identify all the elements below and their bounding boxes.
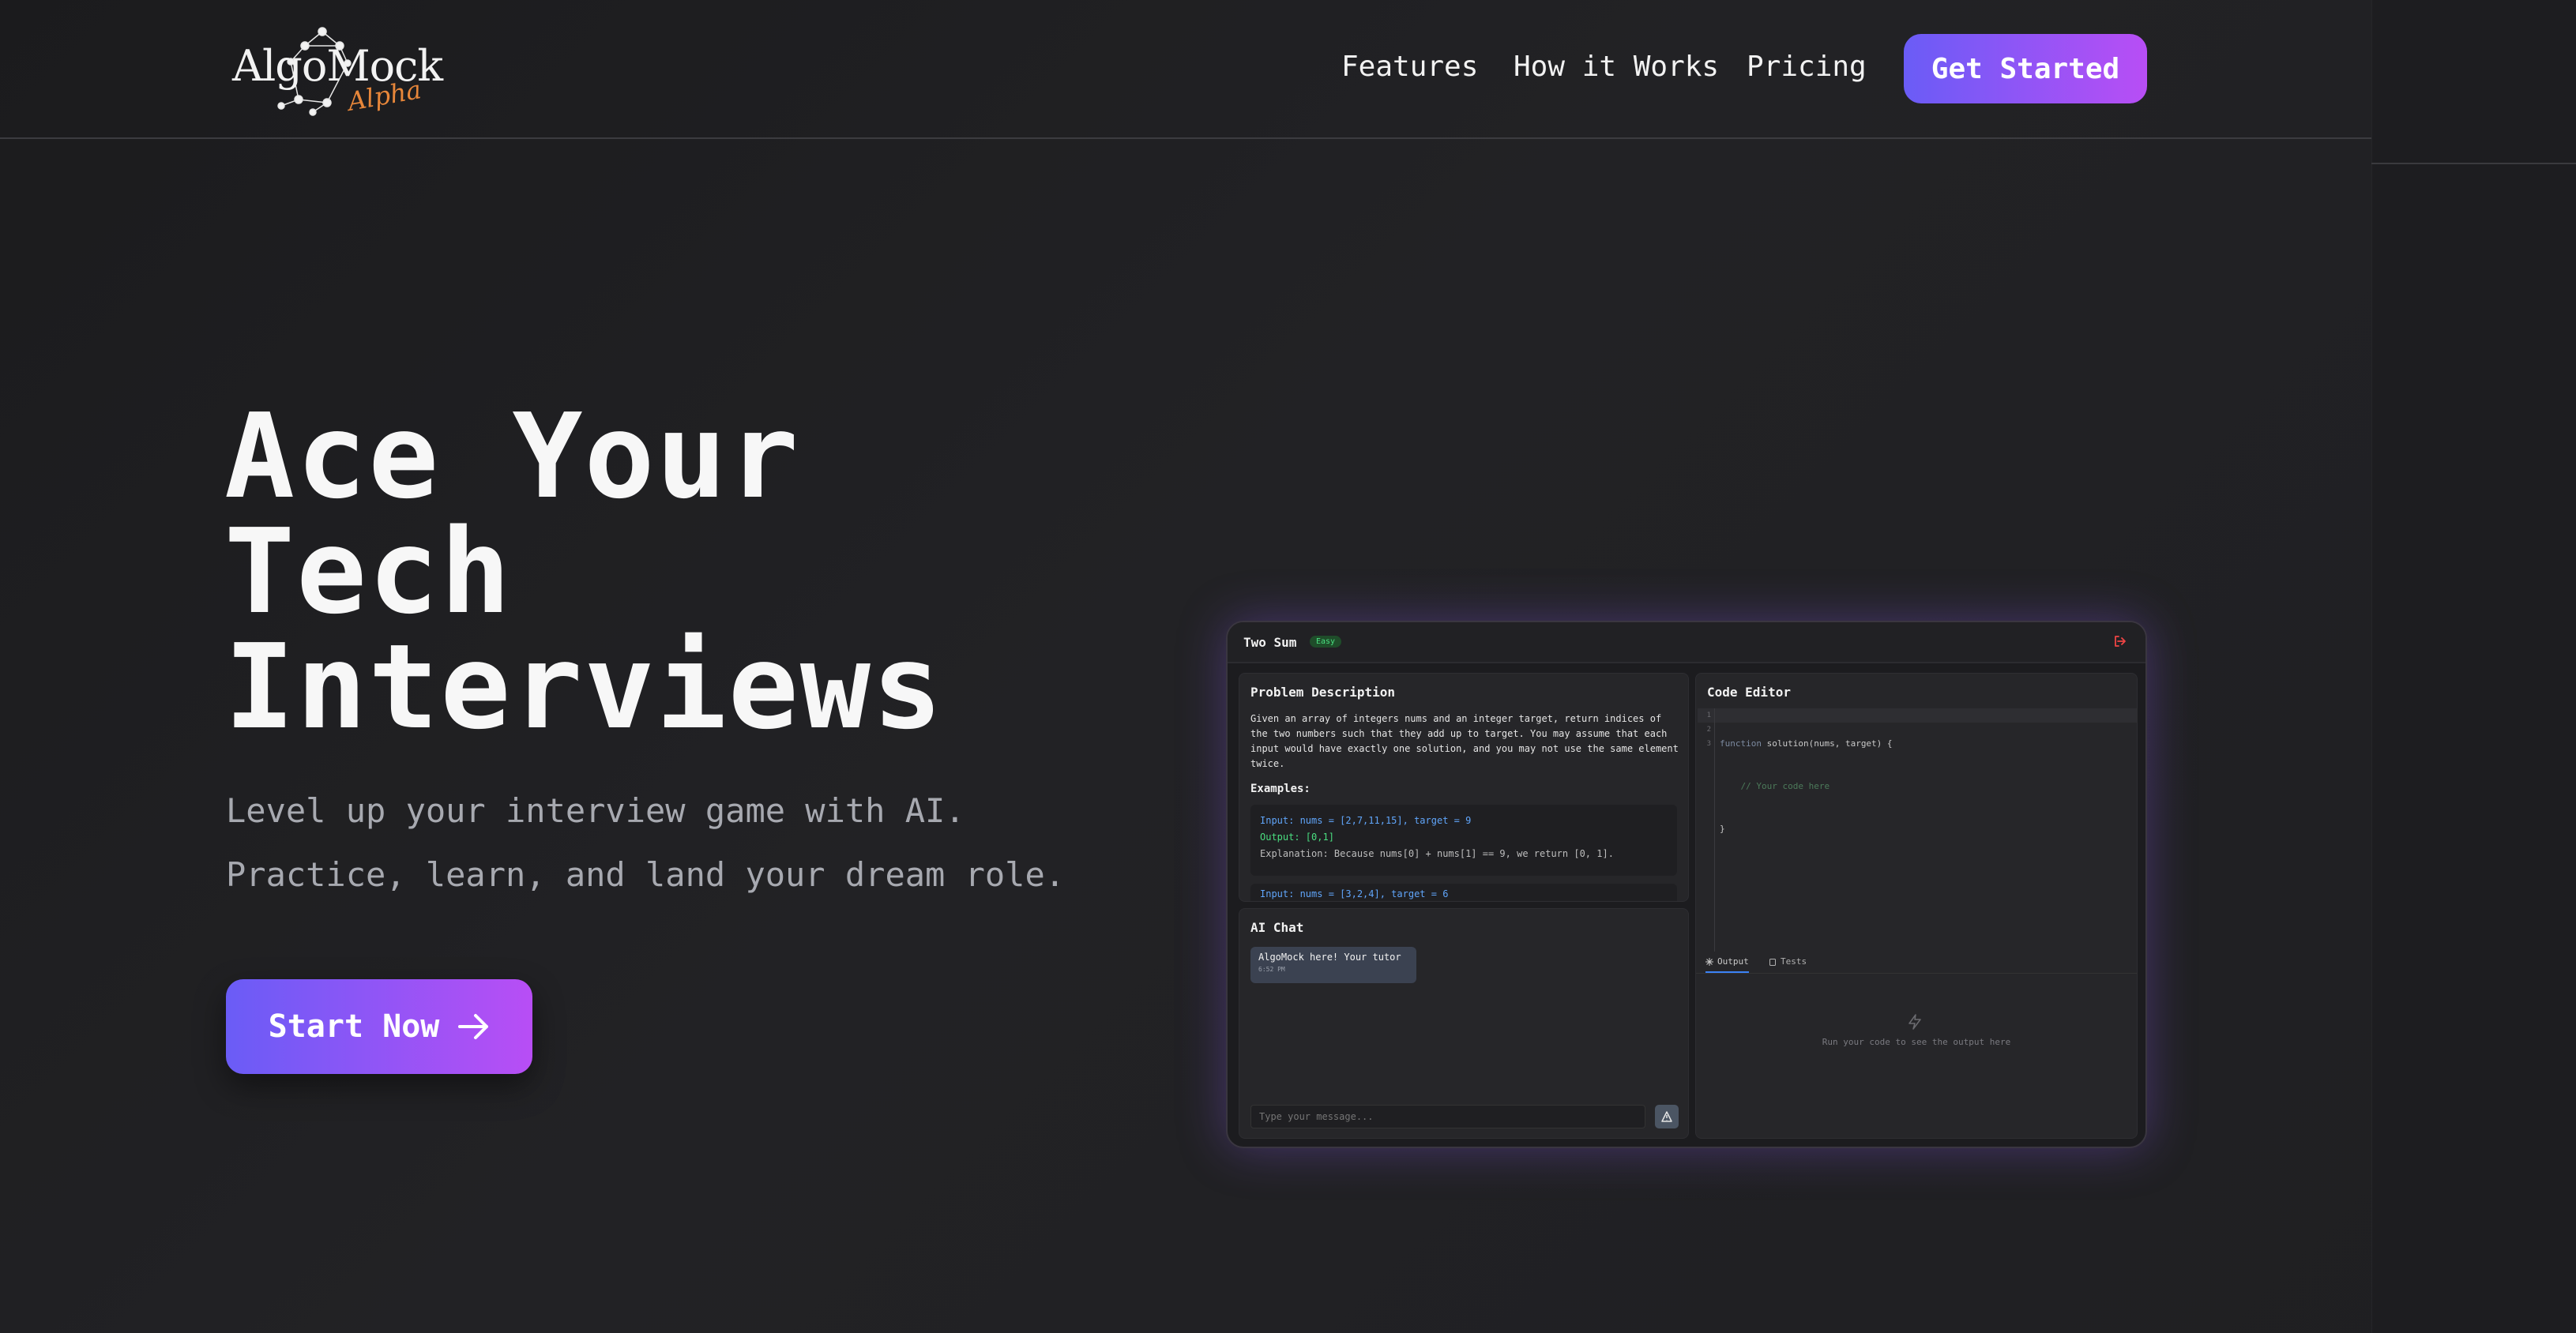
example-box: Input: nums = [2,7,11,15], target = 9 Ou… (1250, 805, 1677, 876)
problem-description-text: Given an array of integers nums and an i… (1250, 713, 1679, 769)
code-line-3: } (1720, 824, 1725, 834)
sparkle-icon (1705, 957, 1713, 966)
send-button[interactable] (1655, 1105, 1679, 1128)
chat-message: AlgoMock here! Your tutor 6:52 PM (1250, 947, 1416, 983)
problem-description-heading: Problem Description (1250, 685, 1396, 700)
difficulty-badge: Easy (1310, 636, 1342, 648)
line-number-gutter: 1 2 3 (1698, 708, 1715, 952)
header: AlgoMock Alpha Features How it Works Pri… (0, 0, 2371, 139)
hero-title-line-3: Interviews (224, 619, 945, 755)
hero-subtitle-line-1: Level up your interview game with AI. (226, 791, 965, 830)
start-now-button[interactable]: Start Now (226, 979, 532, 1074)
chat-message-time: 6:52 PM (1258, 966, 1285, 973)
right-strip-divider (2371, 163, 2576, 164)
hero-title: Ace Your Tech Interviews (224, 389, 945, 755)
hero-title-line-1: Ace Your (224, 389, 800, 524)
nav-how-it-works[interactable]: How it Works (1514, 51, 1719, 83)
code-keyword: function (1720, 738, 1762, 749)
output-tabs: Output Tests (1696, 952, 2137, 974)
example-output: Output: [0,1] (1260, 832, 1334, 843)
line-number: 3 (1706, 740, 1711, 748)
ai-chat-panel: AI Chat AlgoMock here! Your tutor 6:52 P… (1239, 908, 1689, 1139)
tab-output-label: Output (1717, 956, 1749, 967)
examples-heading: Examples: (1250, 783, 1311, 795)
line-number: 2 (1706, 726, 1711, 734)
code-editor-heading: Code Editor (1707, 685, 1791, 700)
code-line-1: function solution(nums, target) { (1720, 737, 1893, 751)
ai-chat-heading: AI Chat (1250, 920, 1304, 935)
problem-title: Two Sum (1243, 635, 1297, 650)
line-number: 1 (1706, 712, 1711, 719)
code-line-2: // Your code here (1720, 781, 1830, 791)
hero-subtitle-line-2: Practice, learn, and land your dream rol… (226, 855, 1066, 894)
app-preview-window: Two Sum Easy Problem Description Given a… (1226, 621, 2147, 1148)
example-box-2: Input: nums = [3,2,4], target = 6 (1250, 884, 1677, 901)
problem-description-panel: Problem Description Given an array of in… (1239, 673, 1689, 902)
tab-tests-label: Tests (1781, 956, 1807, 967)
code-editor-content[interactable]: function solution(nums, target) { // You… (1720, 708, 1893, 865)
chat-message-text: AlgoMock here! Your tutor (1258, 952, 1401, 963)
exit-icon[interactable] (2112, 633, 2128, 649)
chat-message-input[interactable] (1250, 1105, 1645, 1128)
code-editor-panel: Code Editor 1 2 3 function solution(nums… (1695, 673, 2138, 1139)
arrow-right-icon (458, 1014, 489, 1039)
lightning-icon (1908, 1014, 1921, 1030)
example-input: Input: nums = [2,7,11,15], target = 9 (1260, 815, 1472, 826)
brand-logo[interactable]: AlgoMock Alpha (229, 24, 443, 118)
example-2-input: Input: nums = [3,2,4], target = 6 (1260, 888, 1449, 899)
tab-output[interactable]: Output (1705, 956, 1749, 973)
tab-tests[interactable]: Tests (1769, 956, 1807, 967)
landing-page: AlgoMock Alpha Features How it Works Pri… (0, 0, 2576, 1333)
preview-topbar: Two Sum Easy (1228, 622, 2145, 663)
code-signature: solution(nums, target) { (1761, 738, 1893, 749)
nav-pricing[interactable]: Pricing (1747, 51, 1867, 83)
get-started-button[interactable]: Get Started (1904, 34, 2147, 103)
right-background-strip (2371, 0, 2576, 1333)
nav-features[interactable]: Features (1341, 51, 1478, 83)
send-icon (1661, 1111, 1672, 1122)
start-now-label: Start Now (268, 1008, 440, 1045)
output-empty-message: Run your code to see the output here (1822, 1037, 2011, 1047)
example-explanation: Explanation: Because nums[0] + nums[1] =… (1260, 848, 1614, 859)
hero-title-line-2: Tech (224, 504, 513, 640)
clipboard-icon (1769, 958, 1776, 966)
